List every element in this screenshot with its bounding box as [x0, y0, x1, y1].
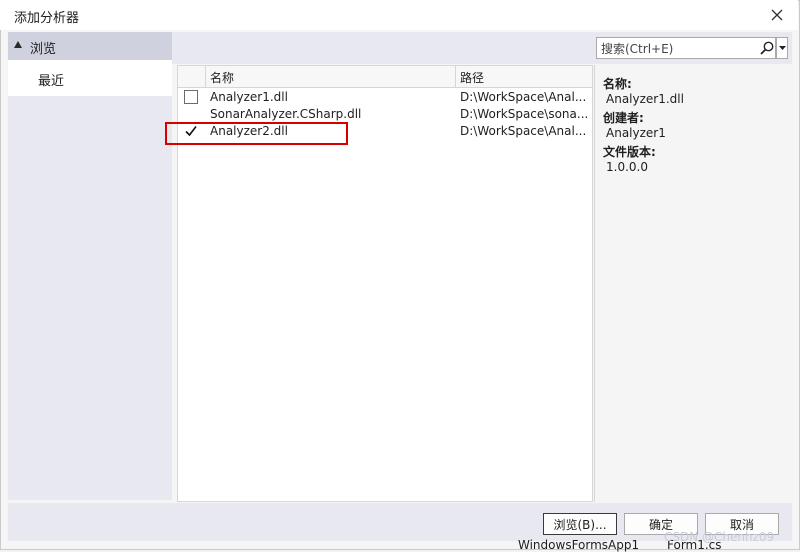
- row-checkbox[interactable]: [184, 90, 198, 104]
- search-placeholder: 搜索(Ctrl+E): [601, 42, 674, 56]
- nav-item-recent-label: 最近: [38, 74, 65, 89]
- row-name[interactable]: Analyzer1.dll: [210, 90, 288, 104]
- watermark: CSDN @Chenhz09: [664, 530, 775, 544]
- row-path[interactable]: D:\WorkSpace\sona...: [460, 107, 588, 121]
- chevron-down-icon: [778, 45, 786, 50]
- detail-creator-value: Analyzer1: [606, 126, 666, 140]
- nav-item-browse-label: 浏览: [30, 42, 57, 57]
- row-path[interactable]: D:\WorkSpace\Anal...: [460, 90, 586, 104]
- search-options-dropdown[interactable]: [776, 37, 788, 59]
- detail-creator-label: 创建者:: [603, 111, 644, 125]
- column-separator[interactable]: [205, 66, 206, 88]
- close-icon: [771, 9, 783, 21]
- column-header-name[interactable]: 名称: [210, 69, 234, 86]
- expand-triangle-icon[interactable]: [14, 41, 22, 48]
- list-header: [178, 66, 592, 88]
- detail-name-label: 名称:: [603, 77, 632, 91]
- detail-name-value: Analyzer1.dll: [606, 92, 684, 106]
- browse-button[interactable]: 浏览(B)...: [543, 513, 617, 535]
- detail-version-label: 文件版本:: [603, 145, 656, 159]
- search-icon[interactable]: [759, 40, 775, 56]
- dialog-titlebar: [0, 0, 798, 30]
- row-path[interactable]: D:\WorkSpace\Anal...: [460, 124, 586, 138]
- row-name[interactable]: SonarAnalyzer.CSharp.dll: [210, 107, 361, 121]
- left-nav: [8, 32, 172, 500]
- column-header-path[interactable]: 路径: [460, 69, 484, 86]
- red-highlight-box: [165, 122, 348, 145]
- column-separator[interactable]: [455, 66, 456, 88]
- close-button[interactable]: [764, 3, 790, 27]
- dialog-title: 添加分析器: [14, 11, 80, 26]
- nav-item-recent[interactable]: [8, 60, 172, 96]
- detail-version-value: 1.0.0.0: [606, 160, 648, 174]
